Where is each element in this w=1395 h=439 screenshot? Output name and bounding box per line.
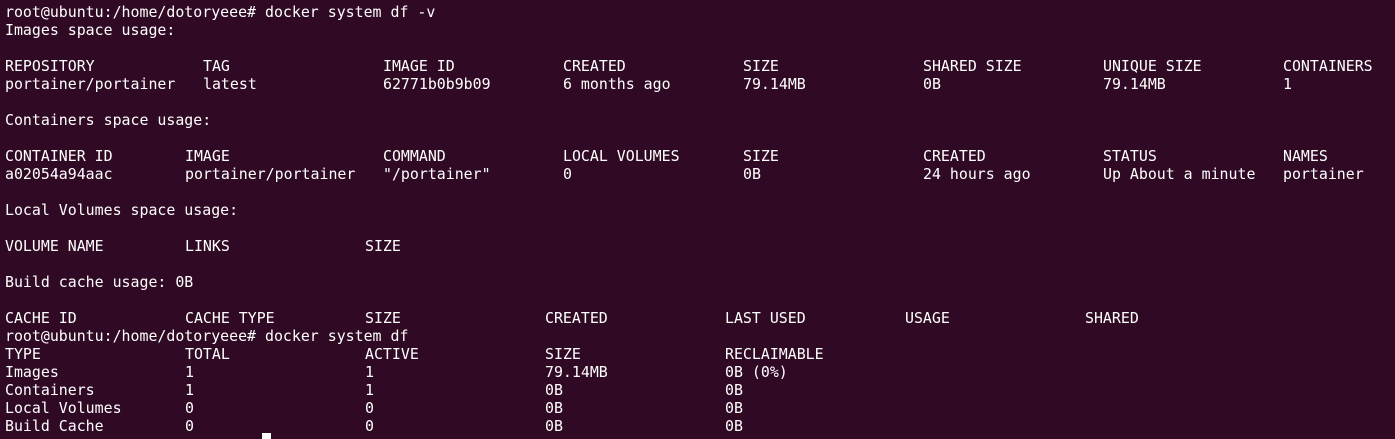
header-size: SIZE: [365, 309, 401, 327]
cell-reclaimable: 0B (0%): [725, 363, 788, 381]
build-cache-title: Build cache usage: 0B: [5, 273, 194, 291]
header-type: TYPE: [5, 345, 41, 363]
cell-status: Up About a minute: [1103, 165, 1256, 183]
df-table-row: Local Volumes 0 0 0B 0B: [5, 399, 1395, 417]
cell-reclaimable: 0B: [725, 417, 743, 435]
df-table-row: Images 1 1 79.14MB 0B (0%): [5, 363, 1395, 381]
cell-size: 0B: [545, 417, 563, 435]
header-shared-size: SHARED SIZE: [923, 57, 1022, 75]
header-active: ACTIVE: [365, 345, 419, 363]
cell-local-volumes: 0: [563, 165, 572, 183]
cell-size: 0B: [743, 165, 761, 183]
header-cache-type: CACHE TYPE: [185, 309, 275, 327]
df-table-header: TYPE TOTAL ACTIVE SIZE RECLAIMABLE: [5, 345, 1395, 363]
cell-total: 1: [185, 381, 194, 399]
cell-image-id: 62771b0b9b09: [383, 75, 491, 93]
cell-size: 79.14MB: [545, 363, 608, 381]
cell-size: 79.14MB: [743, 75, 806, 93]
images-table-row: portainer/portainer latest 62771b0b9b09 …: [5, 75, 1395, 93]
cell-command: "/portainer": [383, 165, 491, 183]
cell-size: 0B: [545, 381, 563, 399]
cell-size: 0B: [545, 399, 563, 417]
cell-unique-size: 79.14MB: [1103, 75, 1166, 93]
volumes-section-title: Local Volumes space usage:: [5, 201, 239, 219]
header-reclaimable: RECLAIMABLE: [725, 345, 824, 363]
cell-reclaimable: 0B: [725, 399, 743, 417]
cell-active: 1: [365, 381, 374, 399]
header-tag: TAG: [203, 57, 230, 75]
header-image-id: IMAGE ID: [383, 57, 455, 75]
header-shared: SHARED: [1085, 309, 1139, 327]
terminal-window[interactable]: root@ubuntu:/home/dotoryeee# docker syst…: [0, 0, 1395, 439]
header-image: IMAGE: [185, 147, 230, 165]
df-table-row: Build Cache 0 0 0B 0B: [5, 417, 1395, 435]
header-total: TOTAL: [185, 345, 230, 363]
cache-table-header: CACHE ID CACHE TYPE SIZE CREATED LAST US…: [5, 309, 1395, 327]
cell-type: Images: [5, 363, 59, 381]
header-status: STATUS: [1103, 147, 1157, 165]
header-names: NAMES: [1283, 147, 1328, 165]
header-command: COMMAND: [383, 147, 446, 165]
header-unique-size: UNIQUE SIZE: [1103, 57, 1202, 75]
header-containers: CONTAINERS: [1283, 57, 1373, 75]
command-prompt-line: root@ubuntu:/home/dotoryeee# docker syst…: [5, 327, 409, 345]
cell-shared-size: 0B: [923, 75, 941, 93]
header-cache-id: CACHE ID: [5, 309, 77, 327]
cell-created: 6 months ago: [563, 75, 671, 93]
cell-image: portainer/portainer: [185, 165, 356, 183]
cell-containers: 1: [1283, 75, 1292, 93]
cell-active: 0: [365, 399, 374, 417]
header-created: CREATED: [923, 147, 986, 165]
header-created: CREATED: [545, 309, 608, 327]
header-usage: USAGE: [905, 309, 950, 327]
cell-total: 0: [185, 399, 194, 417]
df-table-row: Containers 1 1 0B 0B: [5, 381, 1395, 399]
cell-total: 1: [185, 363, 194, 381]
cell-active: 1: [365, 363, 374, 381]
header-size: SIZE: [545, 345, 581, 363]
cell-repository: portainer/portainer: [5, 75, 176, 93]
cell-active: 0: [365, 417, 374, 435]
cell-created: 24 hours ago: [923, 165, 1031, 183]
header-volume-name: VOLUME NAME: [5, 237, 104, 255]
cell-names: portainer: [1283, 165, 1364, 183]
cell-type: Containers: [5, 381, 95, 399]
images-table-header: REPOSITORY TAG IMAGE ID CREATED SIZE SHA…: [5, 57, 1395, 75]
command-prompt-line: root@ubuntu:/home/dotoryeee# docker syst…: [5, 3, 436, 21]
cell-container-id: a02054a94aac: [5, 165, 113, 183]
header-size: SIZE: [365, 237, 401, 255]
cell-type: Local Volumes: [5, 399, 122, 417]
header-size: SIZE: [743, 147, 779, 165]
header-links: LINKS: [185, 237, 230, 255]
containers-table-row: a02054a94aac portainer/portainer "/porta…: [5, 165, 1395, 183]
header-created: CREATED: [563, 57, 626, 75]
terminal-cursor: [262, 433, 271, 439]
containers-section-title: Containers space usage:: [5, 111, 212, 129]
header-size: SIZE: [743, 57, 779, 75]
header-last-used: LAST USED: [725, 309, 806, 327]
cell-tag: latest: [203, 75, 257, 93]
header-local-volumes: LOCAL VOLUMES: [563, 147, 680, 165]
cell-total: 0: [185, 417, 194, 435]
header-repository: REPOSITORY: [5, 57, 95, 75]
volumes-table-header: VOLUME NAME LINKS SIZE: [5, 237, 1395, 255]
cell-reclaimable: 0B: [725, 381, 743, 399]
containers-table-header: CONTAINER ID IMAGE COMMAND LOCAL VOLUMES…: [5, 147, 1395, 165]
header-container-id: CONTAINER ID: [5, 147, 113, 165]
cell-type: Build Cache: [5, 417, 104, 435]
images-section-title: Images space usage:: [5, 21, 176, 39]
